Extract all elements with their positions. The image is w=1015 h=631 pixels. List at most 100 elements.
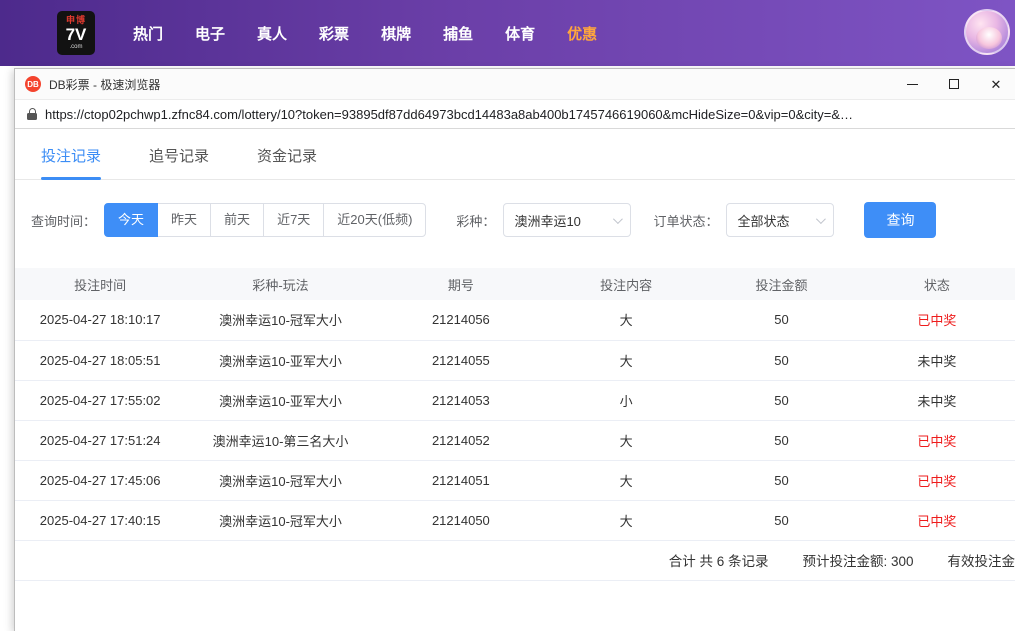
lock-icon[interactable] xyxy=(27,108,37,120)
bet-status: 已中奖 xyxy=(857,300,1015,340)
query-button[interactable]: 查询 xyxy=(864,202,936,238)
lottery-select[interactable]: 澳洲幸运10 xyxy=(503,203,631,237)
bet-content: 大 xyxy=(546,300,706,340)
time-filter-group: 今天 昨天 前天 近7天 近20天(低频) xyxy=(104,203,426,237)
bet-time: 2025-04-27 17:55:02 xyxy=(15,380,185,420)
maximize-button[interactable] xyxy=(933,69,975,99)
game-play: 澳洲幸运10-亚军大小 xyxy=(185,380,375,420)
order-status-select[interactable]: 全部状态 xyxy=(726,203,834,237)
url-text[interactable]: https://ctop02pchwp1.zfnc84.com/lottery/… xyxy=(45,107,1005,122)
nav-item-live[interactable]: 真人 xyxy=(257,23,287,44)
site-logo-text-main: 7V xyxy=(66,26,87,43)
bet-status: 未中奖 xyxy=(857,340,1015,380)
chevron-down-icon xyxy=(816,214,826,224)
time-option-last-20-days[interactable]: 近20天(低频) xyxy=(323,203,426,237)
bet-amount: 50 xyxy=(706,300,856,340)
bet-content: 小 xyxy=(546,380,706,420)
table-header-row: 投注时间 彩种-玩法 期号 投注内容 投注金额 状态 xyxy=(15,268,1015,300)
filter-bar: 查询时间： 今天 昨天 前天 近7天 近20天(低频) 彩种： 澳洲幸运10 订… xyxy=(31,202,1015,238)
issue-number: 21214050 xyxy=(376,500,546,540)
time-option-day-before[interactable]: 前天 xyxy=(210,203,264,237)
table-row: 2025-04-27 17:45:06澳洲幸运10-冠军大小21214051大5… xyxy=(15,460,1015,500)
window-app-icon: DB xyxy=(25,76,41,92)
bet-amount: 50 xyxy=(706,380,856,420)
bet-amount: 50 xyxy=(706,340,856,380)
time-option-yesterday[interactable]: 昨天 xyxy=(157,203,211,237)
bet-amount: 50 xyxy=(706,460,856,500)
tab-funds-records[interactable]: 资金记录 xyxy=(257,145,317,179)
nav-item-hot[interactable]: 热门 xyxy=(133,23,163,44)
tab-bet-records[interactable]: 投注记录 xyxy=(41,145,101,179)
bet-status: 已中奖 xyxy=(857,460,1015,500)
table-row: 2025-04-27 18:10:17澳洲幸运10-冠军大小21214056大5… xyxy=(15,300,1015,340)
nav-item-fishing[interactable]: 捕鱼 xyxy=(443,23,473,44)
header-issue-number: 期号 xyxy=(376,268,546,300)
nav-item-lottery[interactable]: 彩票 xyxy=(319,23,349,44)
user-avatar[interactable] xyxy=(964,9,1010,55)
site-nav: 热门 电子 真人 彩票 棋牌 捕鱼 体育 优惠 xyxy=(133,23,597,44)
header-bet-content: 投注内容 xyxy=(546,268,706,300)
status-select-value: 全部状态 xyxy=(737,211,789,230)
table-footer: 合计 共 6 条记录 预计投注金额: 300 有效投注金 xyxy=(15,541,1015,581)
site-topbar: 申博 7V .com 热门 电子 真人 彩票 棋牌 捕鱼 体育 优惠 xyxy=(0,0,1015,66)
issue-number: 21214051 xyxy=(376,460,546,500)
record-tabs: 投注记录 追号记录 资金记录 xyxy=(15,129,1015,180)
header-status: 状态 xyxy=(857,268,1015,300)
total-records-text: 合计 共 6 条记录 xyxy=(669,550,769,570)
bet-time: 2025-04-27 18:10:17 xyxy=(15,300,185,340)
game-play: 澳洲幸运10-第三名大小 xyxy=(185,420,375,460)
bet-amount: 50 xyxy=(706,420,856,460)
time-filter-label: 查询时间： xyxy=(31,211,96,230)
close-icon: ✕ xyxy=(991,78,1002,91)
table-row: 2025-04-27 17:51:24澳洲幸运10-第三名大小21214052大… xyxy=(15,420,1015,460)
lottery-select-value: 澳洲幸运10 xyxy=(514,211,580,230)
issue-number: 21214052 xyxy=(376,420,546,460)
bet-status: 已中奖 xyxy=(857,420,1015,460)
bet-time: 2025-04-27 17:45:06 xyxy=(15,460,185,500)
bet-table-body: 2025-04-27 18:10:17澳洲幸运10-冠军大小21214056大5… xyxy=(15,300,1015,540)
table-row: 2025-04-27 17:40:15澳洲幸运10-冠军大小21214050大5… xyxy=(15,500,1015,540)
site-logo[interactable]: 申博 7V .com xyxy=(57,11,95,55)
valid-amount-text: 有效投注金 xyxy=(948,550,1015,570)
bet-status: 未中奖 xyxy=(857,380,1015,420)
header-bet-time: 投注时间 xyxy=(15,268,185,300)
lottery-filter-label: 彩种： xyxy=(456,211,495,230)
address-bar: https://ctop02pchwp1.zfnc84.com/lottery/… xyxy=(15,99,1015,129)
browser-window: DB DB彩票 - 极速浏览器 ✕ https://ctop02pchwp1.z… xyxy=(14,68,1015,631)
window-titlebar: DB DB彩票 - 极速浏览器 ✕ xyxy=(15,69,1015,99)
game-play: 澳洲幸运10-冠军大小 xyxy=(185,500,375,540)
issue-number: 21214053 xyxy=(376,380,546,420)
nav-item-promotions[interactable]: 优惠 xyxy=(567,23,597,44)
site-logo-text-top: 申博 xyxy=(66,16,86,25)
tab-chase-records[interactable]: 追号记录 xyxy=(149,145,209,179)
table-row: 2025-04-27 17:55:02澳洲幸运10-亚军大小21214053小5… xyxy=(15,380,1015,420)
maximize-icon xyxy=(949,79,959,89)
issue-number: 21214055 xyxy=(376,340,546,380)
nav-item-board-games[interactable]: 棋牌 xyxy=(381,23,411,44)
close-button[interactable]: ✕ xyxy=(975,69,1015,99)
nav-item-slots[interactable]: 电子 xyxy=(195,23,225,44)
bet-content: 大 xyxy=(546,340,706,380)
bet-time: 2025-04-27 17:51:24 xyxy=(15,420,185,460)
bet-status: 已中奖 xyxy=(857,500,1015,540)
header-bet-amount: 投注金额 xyxy=(706,268,856,300)
bet-content: 大 xyxy=(546,420,706,460)
window-title: DB彩票 - 极速浏览器 xyxy=(49,76,891,93)
game-play: 澳洲幸运10-冠军大小 xyxy=(185,300,375,340)
bet-time: 2025-04-27 18:05:51 xyxy=(15,340,185,380)
window-controls: ✕ xyxy=(891,69,1015,99)
table-row: 2025-04-27 18:05:51澳洲幸运10-亚军大小21214055大5… xyxy=(15,340,1015,380)
nav-item-sports[interactable]: 体育 xyxy=(505,23,535,44)
bet-time: 2025-04-27 17:40:15 xyxy=(15,500,185,540)
expected-amount-text: 预计投注金额: 300 xyxy=(802,550,913,570)
bet-records-table: 投注时间 彩种-玩法 期号 投注内容 投注金额 状态 2025-04-27 18… xyxy=(15,268,1015,541)
time-option-today[interactable]: 今天 xyxy=(104,203,158,237)
status-filter-label: 订单状态： xyxy=(653,211,718,230)
bet-amount: 50 xyxy=(706,500,856,540)
time-option-last-7-days[interactable]: 近7天 xyxy=(263,203,324,237)
bet-content: 大 xyxy=(546,460,706,500)
bet-content: 大 xyxy=(546,500,706,540)
site-logo-text-sub: .com xyxy=(69,44,82,50)
minimize-icon xyxy=(907,84,918,85)
minimize-button[interactable] xyxy=(891,69,933,99)
